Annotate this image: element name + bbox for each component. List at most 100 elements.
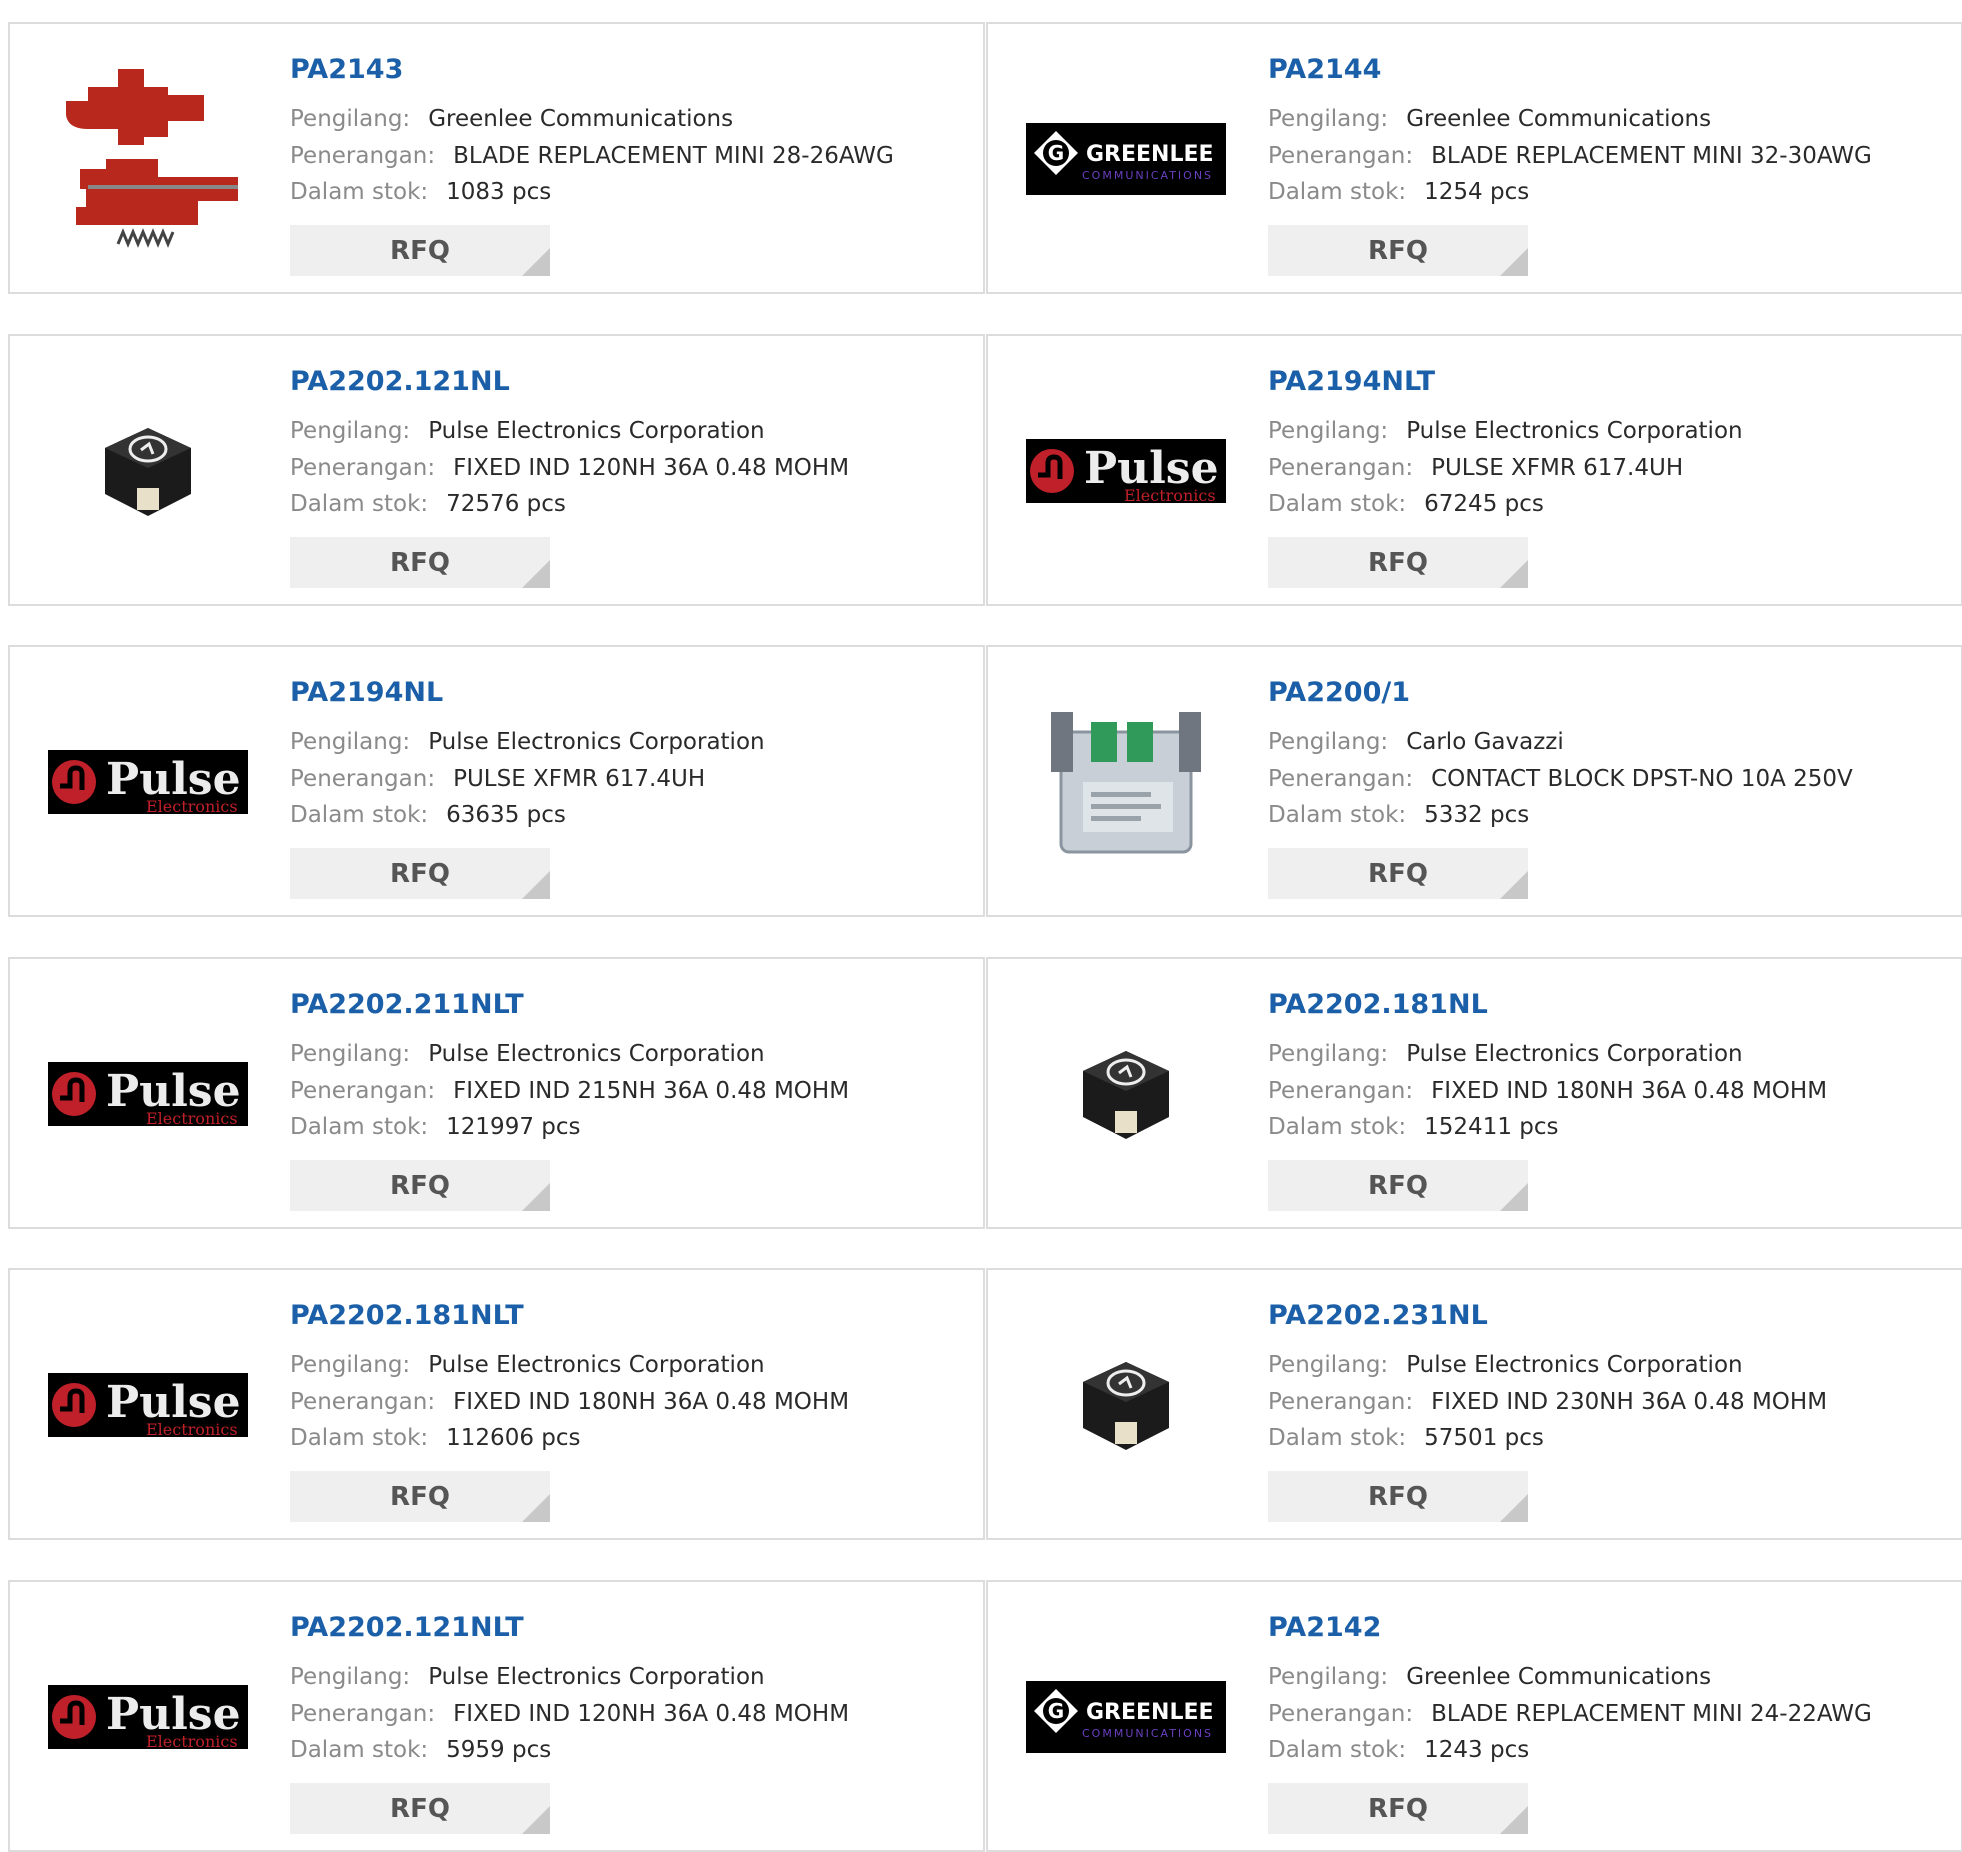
manufacturer-row: Pengilang: Greenlee Communications	[290, 106, 733, 132]
greenlee-communications-logo[interactable]: G GREENLEE COMMUNICATIONS	[1026, 64, 1226, 254]
manufacturer-value: Pulse Electronics Corporation	[428, 1352, 765, 1378]
stock-value: 1254 pcs	[1424, 179, 1530, 205]
contact-block-icon[interactable]	[1026, 687, 1226, 877]
description-label: Penerangan:	[290, 143, 436, 169]
rfq-button[interactable]: RFQ	[1268, 1471, 1528, 1522]
corner-triangle-icon	[1500, 1806, 1528, 1834]
rfq-button[interactable]: RFQ	[290, 848, 550, 899]
product-card: G GREENLEE COMMUNICATIONS PA2142 Pengilang: G…	[986, 1580, 1962, 1852]
product-card: Pulse Electronics PA2194NLT Pengilang: Pulse…	[986, 334, 1962, 606]
rfq-label: RFQ	[1368, 1170, 1428, 1201]
rfq-button[interactable]: RFQ	[1268, 1160, 1528, 1211]
rfq-button[interactable]: RFQ	[1268, 848, 1528, 899]
description-value: PULSE XFMR 617.4UH	[453, 766, 706, 792]
description-row: Penerangan: BLADE REPLACEMENT MINI 32-30A…	[1268, 143, 1872, 169]
rfq-label: RFQ	[1368, 235, 1428, 266]
part-number-link[interactable]: PA2142	[1268, 1612, 1381, 1643]
stock-value: 121997 pcs	[446, 1114, 581, 1140]
stock-row: Dalam stok: 63635 pcs	[290, 802, 566, 828]
rfq-button[interactable]: RFQ	[290, 1471, 550, 1522]
description-value: FIXED IND 120NH 36A 0.48 MOHM	[453, 1701, 850, 1727]
stock-label: Dalam stok:	[290, 802, 429, 828]
description-row: Penerangan: PULSE XFMR 617.4UH	[1268, 455, 1683, 481]
description-row: Penerangan: PULSE XFMR 617.4UH	[290, 766, 705, 792]
stock-label: Dalam stok:	[290, 1425, 429, 1451]
description-label: Penerangan:	[1268, 1701, 1414, 1727]
stock-row: Dalam stok: 72576 pcs	[290, 491, 566, 517]
description-value: FIXED IND 120NH 36A 0.48 MOHM	[453, 455, 850, 481]
part-number-link[interactable]: PA2200/1	[1268, 677, 1410, 708]
description-value: PULSE XFMR 617.4UH	[1431, 455, 1684, 481]
stock-label: Dalam stok:	[1268, 802, 1407, 828]
pulse-electronics-logo[interactable]: Pulse Electronics	[48, 1622, 248, 1812]
description-label: Penerangan:	[290, 455, 436, 481]
manufacturer-row: Pengilang: Greenlee Communications	[1268, 1664, 1711, 1690]
pulse-electronics-logo[interactable]: Pulse Electronics	[48, 687, 248, 877]
stock-row: Dalam stok: 1254 pcs	[1268, 179, 1529, 205]
svg-text:GREENLEE: GREENLEE	[1086, 142, 1214, 167]
rfq-label: RFQ	[390, 235, 450, 266]
part-number-link[interactable]: PA2144	[1268, 54, 1381, 85]
product-card: PA2200/1 Pengilang: Carlo Gavazzi Peneranga…	[986, 645, 1962, 917]
rfq-button[interactable]: RFQ	[1268, 1783, 1528, 1834]
part-number-link[interactable]: PA2202.121NLT	[290, 1612, 524, 1643]
stock-row: Dalam stok: 1083 pcs	[290, 179, 551, 205]
rfq-button[interactable]: RFQ	[290, 1783, 550, 1834]
stock-value: 67245 pcs	[1424, 491, 1544, 517]
manufacturer-value: Greenlee Communications	[1406, 106, 1712, 132]
pulse-electronics-logo[interactable]: Pulse Electronics	[48, 999, 248, 1189]
description-label: Penerangan:	[290, 1701, 436, 1727]
description-label: Penerangan:	[290, 1078, 436, 1104]
part-number-link[interactable]: PA2202.121NL	[290, 366, 510, 397]
product-card: Pulse Electronics PA2202.211NLT Pengilang: P…	[8, 957, 985, 1229]
part-number-link[interactable]: PA2202.181NLT	[290, 1300, 524, 1331]
manufacturer-row: Pengilang: Pulse Electronics Corporation	[290, 1041, 765, 1067]
red-blade-part-icon[interactable]	[48, 64, 248, 254]
stock-value: 63635 pcs	[446, 802, 566, 828]
rfq-button[interactable]: RFQ	[290, 537, 550, 588]
pulse-electronics-logo[interactable]: Pulse Electronics	[1026, 376, 1226, 566]
description-label: Penerangan:	[1268, 455, 1414, 481]
stock-value: 57501 pcs	[1424, 1425, 1544, 1451]
rfq-button[interactable]: RFQ	[1268, 225, 1528, 276]
stock-label: Dalam stok:	[290, 179, 429, 205]
manufacturer-label: Pengilang:	[1268, 106, 1389, 132]
description-row: Penerangan: FIXED IND 120NH 36A 0.48 MOHM	[290, 455, 849, 481]
product-grid: PA2143 Pengilang: Greenlee Communications P…	[0, 0, 1962, 1852]
stock-row: Dalam stok: 57501 pcs	[1268, 1425, 1544, 1451]
corner-triangle-icon	[1500, 1183, 1528, 1211]
corner-triangle-icon	[522, 871, 550, 899]
rfq-button[interactable]: RFQ	[1268, 537, 1528, 588]
stock-value: 152411 pcs	[1424, 1114, 1559, 1140]
stock-label: Dalam stok:	[1268, 1114, 1407, 1140]
manufacturer-row: Pengilang: Pulse Electronics Corporation	[290, 729, 765, 755]
description-value: FIXED IND 215NH 36A 0.48 MOHM	[453, 1078, 850, 1104]
svg-text:G: G	[1048, 141, 1064, 165]
corner-triangle-icon	[1500, 871, 1528, 899]
stock-label: Dalam stok:	[290, 491, 429, 517]
description-value: FIXED IND 180NH 36A 0.48 MOHM	[1431, 1078, 1828, 1104]
stock-row: Dalam stok: 152411 pcs	[1268, 1114, 1559, 1140]
manufacturer-row: Pengilang: Pulse Electronics Corporation	[1268, 1352, 1743, 1378]
description-label: Penerangan:	[290, 1389, 436, 1415]
stock-value: 72576 pcs	[446, 491, 566, 517]
stock-row: Dalam stok: 121997 pcs	[290, 1114, 581, 1140]
rfq-button[interactable]: RFQ	[290, 1160, 550, 1211]
inductor-chip-icon[interactable]	[1026, 1310, 1226, 1500]
description-value: FIXED IND 230NH 36A 0.48 MOHM	[1431, 1389, 1828, 1415]
svg-text:G: G	[1048, 1699, 1064, 1723]
inductor-chip-icon[interactable]	[1026, 999, 1226, 1189]
corner-triangle-icon	[522, 1183, 550, 1211]
part-number-link[interactable]: PA2202.231NL	[1268, 1300, 1488, 1331]
part-number-link[interactable]: PA2202.181NL	[1268, 989, 1488, 1020]
rfq-button[interactable]: RFQ	[290, 225, 550, 276]
manufacturer-value: Pulse Electronics Corporation	[428, 1664, 765, 1690]
part-number-link[interactable]: PA2194NLT	[1268, 366, 1435, 397]
pulse-electronics-logo[interactable]: Pulse Electronics	[48, 1310, 248, 1500]
part-number-link[interactable]: PA2194NL	[290, 677, 443, 708]
greenlee-communications-logo[interactable]: G GREENLEE COMMUNICATIONS	[1026, 1622, 1226, 1812]
part-number-link[interactable]: PA2143	[290, 54, 403, 85]
manufacturer-value: Pulse Electronics Corporation	[428, 1041, 765, 1067]
inductor-chip-icon[interactable]	[48, 376, 248, 566]
part-number-link[interactable]: PA2202.211NLT	[290, 989, 524, 1020]
